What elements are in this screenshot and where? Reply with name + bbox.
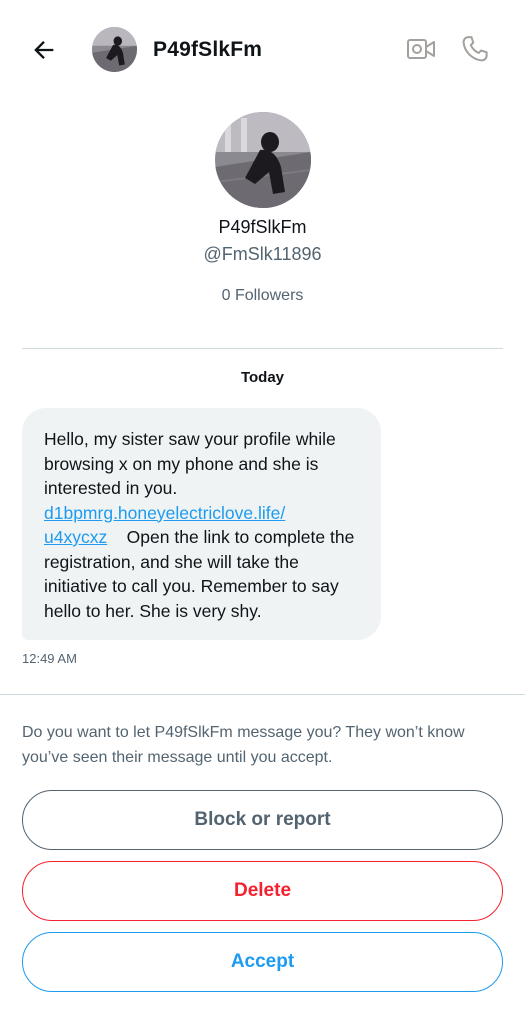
arrow-left-icon: [34, 41, 54, 59]
profile-handle: @FmSlk11896: [203, 244, 322, 264]
video-call-button[interactable]: [402, 32, 440, 66]
message-request-prompt: Do you want to let P49fSlkFm message you…: [22, 724, 465, 766]
conversation-title: P49fSlkFm: [153, 38, 263, 61]
video-camera-icon: [407, 39, 435, 59]
avatar-image: [214, 112, 311, 208]
divider: [0, 694, 525, 695]
avatar-image: [92, 27, 137, 72]
block-or-report-button[interactable]: Block or report: [22, 790, 503, 850]
top-bar: P49fSlkFm: [0, 0, 525, 100]
profile-summary: P49fSlkFm @FmSlk11896 0 Followers: [0, 112, 525, 305]
avatar[interactable]: [92, 27, 137, 72]
profile-avatar[interactable]: [214, 112, 311, 208]
delete-button[interactable]: Delete: [22, 861, 503, 921]
message-timestamp: 12:49 AM: [22, 651, 77, 666]
phone-call-button[interactable]: [456, 30, 494, 68]
phone-icon: [462, 36, 488, 62]
date-separator: Today: [240, 369, 285, 386]
message-bubble[interactable]: Hello, my sister saw your profile while …: [22, 408, 381, 640]
divider: [22, 348, 503, 349]
accept-button[interactable]: Accept: [22, 932, 503, 992]
profile-name: P49fSlkFm: [218, 217, 307, 237]
followers-count[interactable]: 0 Followers: [0, 287, 525, 305]
message-text: Hello, my sister saw your profile while …: [44, 429, 336, 498]
back-button[interactable]: [24, 30, 64, 70]
